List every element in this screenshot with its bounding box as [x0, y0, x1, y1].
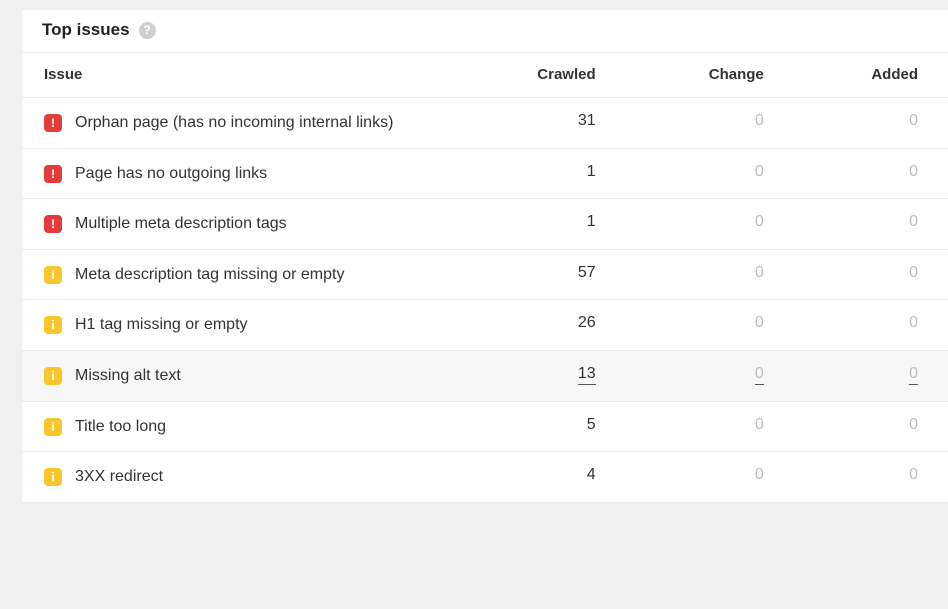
cell-added: 0	[794, 350, 948, 401]
issue-text[interactable]: Meta description tag missing or empty	[75, 264, 344, 286]
table-row[interactable]: !Multiple meta description tags100	[22, 199, 948, 250]
cell-added: 0	[794, 249, 948, 300]
cell-change: 0	[626, 452, 794, 503]
cell-crawled[interactable]: 1	[452, 199, 626, 250]
cell-added: 0	[794, 199, 948, 250]
error-icon: !	[44, 165, 62, 183]
cell-added: 0	[794, 452, 948, 503]
cell-crawled[interactable]: 4	[452, 452, 626, 503]
cell-issue: ! Page has no outgoing links	[22, 148, 452, 199]
cell-added: 0	[794, 148, 948, 199]
table-row[interactable]: !Page has no outgoing links100	[22, 148, 948, 199]
cell-issue: i Meta description tag missing or empty	[22, 249, 452, 300]
table-row[interactable]: iTitle too long500	[22, 401, 948, 452]
issue-text[interactable]: Missing alt text	[75, 365, 181, 387]
top-issues-panel: Top issues ? Issue Crawled Change Added …	[22, 10, 948, 503]
cell-change: 0	[626, 401, 794, 452]
panel-title: Top issues	[42, 20, 130, 40]
issue-text[interactable]: Title too long	[75, 416, 166, 438]
table-row[interactable]: i Meta description tag missing or empty 57…	[22, 249, 948, 300]
issue-text[interactable]: 3XX redirect	[75, 466, 163, 488]
cell-crawled[interactable]: 31	[452, 98, 626, 149]
cell-change: 0	[626, 300, 794, 351]
warning-icon: i	[44, 468, 62, 486]
cell-issue: i 3XX redirect	[22, 452, 452, 503]
cell-crawled[interactable]: 1	[452, 148, 626, 199]
table-row[interactable]: ! Orphan page (has no incoming internal l…	[22, 98, 948, 149]
cell-crawled[interactable]: 57	[452, 249, 626, 300]
cell-crawled[interactable]: 26	[452, 300, 626, 351]
col-header-crawled[interactable]: Crawled	[452, 53, 626, 98]
issue-text[interactable]: Orphan page (has no incoming internal li…	[75, 112, 393, 134]
cell-change: 0	[626, 148, 794, 199]
warning-icon: i	[44, 418, 62, 436]
cell-added: 0	[794, 98, 948, 149]
warning-icon: i	[44, 266, 62, 284]
cell-change: 0	[626, 350, 794, 401]
issue-text[interactable]: H1 tag missing or empty	[75, 314, 248, 336]
col-header-added[interactable]: Added	[794, 53, 948, 98]
issues-table: Issue Crawled Change Added ! Orphan page …	[22, 52, 948, 503]
error-icon: !	[44, 215, 62, 233]
cell-crawled[interactable]: 13	[452, 350, 626, 401]
warning-icon: i	[44, 367, 62, 385]
cell-crawled[interactable]: 5	[452, 401, 626, 452]
issue-text[interactable]: Page has no outgoing links	[75, 163, 267, 185]
help-icon[interactable]: ?	[139, 22, 156, 39]
col-header-issue[interactable]: Issue	[22, 53, 452, 98]
cell-issue: i Title too long	[22, 401, 452, 452]
cell-change: 0	[626, 98, 794, 149]
error-icon: !	[44, 114, 62, 132]
cell-issue: ! Orphan page (has no incoming internal l…	[22, 98, 452, 149]
table-header-row: Issue Crawled Change Added	[22, 53, 948, 98]
cell-added: 0	[794, 401, 948, 452]
table-row[interactable]: i3XX redirect400	[22, 452, 948, 503]
warning-icon: i	[44, 316, 62, 334]
table-row[interactable]: iH1 tag missing or empty2600	[22, 300, 948, 351]
cell-change: 0	[626, 199, 794, 250]
cell-added: 0	[794, 300, 948, 351]
panel-header: Top issues ?	[22, 10, 948, 52]
cell-change: 0	[626, 249, 794, 300]
issue-text[interactable]: Multiple meta description tags	[75, 213, 287, 235]
cell-issue: i H1 tag missing or empty	[22, 300, 452, 351]
col-header-change[interactable]: Change	[626, 53, 794, 98]
cell-issue: ! Multiple meta description tags	[22, 199, 452, 250]
table-row[interactable]: iMissing alt text1300	[22, 350, 948, 401]
cell-issue: i Missing alt text	[22, 350, 452, 401]
